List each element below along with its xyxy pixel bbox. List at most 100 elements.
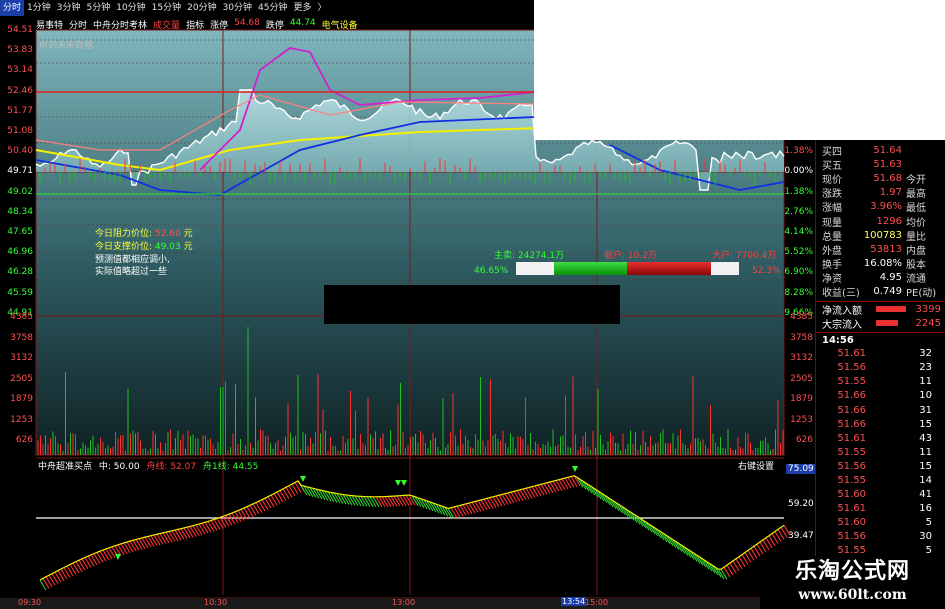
pressure-value: 52.60 [154,229,181,239]
price-axis-tick: 46.96 [7,247,33,258]
quote-key: 涨幅 [822,203,842,215]
quote-row: 买四 51.64 [816,143,945,158]
pct-axis-tick: 2.76% [784,206,813,217]
quote-key: 换手 [822,260,842,272]
tick-price: 51.66 [837,404,866,416]
tick-price: 51.61 [837,348,866,360]
flow-pct: 46.65% [474,266,509,276]
tab-6[interactable]: 20分钟 [184,0,219,16]
quote-value: 51.64 [873,144,902,156]
quote-key2: 最低 [906,203,926,215]
quote-row: 收益(三) 0.749 PE(动) [816,285,945,299]
tick-row: 51.61 16 [816,502,945,516]
stock-info-bar: 易事特 分时 中舟分时考林 成交量 指标 涨停 54.68 跌停 44.74 电气设备 [36,18,536,32]
tick-row: 51.61 43 [816,431,945,445]
tick-price: 51.56 [837,460,866,472]
pressure-line: 今日阻力价位: 52.60 元 [95,226,193,239]
quote-value: 100783 [863,229,902,241]
tab-9[interactable]: 更多 [290,0,314,16]
pct-axis-tick: 0.00% [784,166,813,177]
tick-volume: 43 [919,432,932,444]
predict-label: 用到未来数据 [39,41,94,51]
indicator-upper: 舟线: 52.07 [146,462,197,472]
tick-volume: 11 [919,446,932,458]
pressure-unit: 元 [183,229,193,239]
vol-axis-l-tick: 3132 [10,353,33,363]
quote-value: 1296 [876,215,902,227]
tick-time-row: 14:56 [816,332,945,346]
indicator-settings[interactable]: 右键设置 [738,459,774,472]
pct-axis-tick: 6.90% [784,267,813,278]
price-axis-tick: 49.02 [7,186,33,197]
pct-axis-tick: 8.28% [784,287,813,298]
flow-bar-mark [876,320,898,327]
vol-axis-r-tick: 626 [795,435,813,445]
flow-value: 3399 [915,303,941,315]
quote-key2: 流通 [906,274,926,286]
tick-volume: 41 [919,489,932,501]
price-axis-tick: 51.08 [7,126,33,136]
tick-price: 51.55 [837,475,866,487]
info-item-1: 分时 [69,21,88,31]
price-axis-tick: 49.71 [7,166,33,177]
tick-volume: 14 [919,475,932,487]
price-axis-tick: 45.59 [7,287,33,298]
tick-price: 51.61 [837,432,866,444]
tick-row: 51.61 32 [816,347,945,361]
tab-0[interactable]: 分时 [0,0,25,16]
flow-value: 2245 [915,317,941,329]
price-axis-tick: 54.51 [7,25,33,35]
tab-7[interactable]: 30分钟 [220,0,255,16]
info-item-7: 跌停 [265,21,284,31]
quote-value: 51.68 [873,172,902,184]
quote-key: 现量 [822,217,842,229]
tick-row: 51.60 5 [816,516,945,530]
tick-row: 51.55 11 [816,375,945,389]
pct-axis-tick: 1.38% [784,186,813,197]
price-axis-tick: 48.34 [7,206,33,217]
info-item-5: 涨停 [210,21,229,31]
quote-key2: 内盘 [906,245,926,257]
vol-axis-l-tick: 3758 [10,332,33,343]
price-axis-tick: 47.65 [7,227,33,237]
price-axis-tick: 53.14 [7,65,33,76]
tick-row: 51.56 15 [816,459,945,473]
note-line-2: 实际值略超过一些 [95,267,168,277]
tick-volume: 15 [919,418,932,430]
price-axis-tick: 50.40 [7,146,33,157]
quote-row: 买五 51.63 [816,157,945,172]
quote-value: 16.08% [863,258,902,270]
price-axis-tick: 52.46 [7,85,33,96]
flow-big-label: 大户: 7700.4万 [712,251,777,261]
quote-row: 换手 16.08% 股本 [816,257,945,271]
tab-1[interactable]: 1分钟 [24,0,54,16]
tick-volume: 23 [919,362,932,374]
tab-3[interactable]: 5分钟 [83,0,113,16]
time-1030: 10:30 [204,598,228,607]
tick-price: 51.66 [837,418,866,430]
tab-2[interactable]: 3分钟 [54,0,84,16]
vol-axis-l-tick: 626 [15,435,33,445]
quote-value: 1.97 [879,187,902,199]
quote-value: 0.749 [873,286,902,298]
tick-volume: 30 [919,531,932,543]
vol-axis-l-tick: 1253 [10,414,33,425]
tick-price: 51.60 [837,489,866,501]
tick-price: 51.55 [837,446,866,458]
price-axis-tick: 46.28 [7,267,33,278]
indicator-header: 中舟超准买点 中: 50.00 舟线: 52.07 舟1线: 44.55 [38,459,258,472]
tick-row: 51.56 30 [816,530,945,544]
pct-axis-tick: 5.52% [784,247,813,258]
info-item-4: 指标 [186,21,205,31]
tab-5[interactable]: 15分钟 [149,0,184,16]
indicator-axis-top: 75.09 [786,464,816,474]
flow-bar [516,262,739,275]
tick-price: 51.56 [837,362,866,374]
blank-region [534,0,945,140]
tab-8[interactable]: 45分钟 [255,0,290,16]
flow-row: 净流入额 3399 [816,302,945,317]
tab-4[interactable]: 10分钟 [113,0,148,16]
tab-10[interactable]: 〉 [315,0,330,16]
tick-price: 51.56 [837,531,866,543]
indicator-axis-low: 39.47 [788,531,814,541]
